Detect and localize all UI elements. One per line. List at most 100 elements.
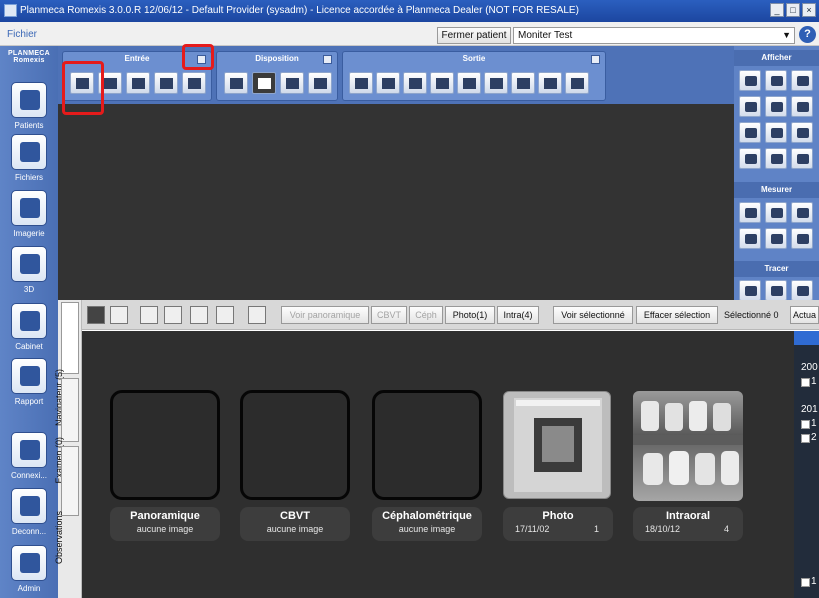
view-panoramic-button[interactable]: Voir panoramique [281, 306, 369, 324]
photo-filter-button[interactable]: Photo(1) [445, 306, 495, 324]
study-list-header [794, 331, 819, 345]
annotate-icon[interactable] [765, 280, 787, 301]
layout-3-button[interactable] [280, 72, 304, 94]
sidebar-item-report[interactable]: Rapport [4, 358, 54, 406]
zoom-out-icon[interactable] [765, 70, 787, 91]
tab-observations[interactable]: Observations [54, 446, 79, 564]
view-tree-icon[interactable] [140, 306, 158, 324]
fit-icon[interactable] [791, 70, 813, 91]
sidebar-item-connect[interactable]: Connexi... [4, 432, 54, 480]
sidebar-item-patients[interactable]: Patients [4, 82, 54, 130]
sidebar-item-disconnect[interactable]: Deconn... [4, 488, 54, 536]
chevron-down-icon: ▼ [782, 30, 791, 40]
panoramic-thumbnail[interactable] [110, 390, 220, 500]
photo-thumbnail[interactable] [503, 391, 611, 499]
send-button[interactable] [484, 72, 508, 94]
pen-icon[interactable] [739, 280, 761, 301]
sidebar-item-imaging[interactable]: Imagerie [4, 190, 54, 238]
export-all-button[interactable] [403, 72, 427, 94]
thumbnail-count: 1 [593, 524, 599, 534]
pan-hand-icon[interactable] [739, 148, 761, 169]
study-checkbox[interactable] [801, 420, 810, 429]
erase-icon[interactable] [791, 280, 813, 301]
export-button[interactable] [349, 72, 373, 94]
imaging-icon [11, 190, 47, 226]
sidebar-item-files[interactable]: Fichiers [4, 134, 54, 182]
help-button[interactable]: ? [799, 26, 816, 43]
burn-disc-button[interactable] [538, 72, 562, 94]
panoramic-label: Panoramique aucune image [110, 507, 220, 541]
import-image-button[interactable] [126, 72, 150, 94]
sharpen-icon[interactable] [791, 148, 813, 169]
angle-icon[interactable] [791, 202, 813, 223]
view-3d-icon[interactable] [216, 306, 234, 324]
minimize-button[interactable]: _ [770, 3, 784, 17]
thumbnail-sub: aucune image [398, 524, 456, 534]
collapse-icon[interactable] [248, 306, 266, 324]
ribbon-group-title: Sortie [462, 54, 486, 63]
study-label: 1 [811, 576, 817, 587]
view-list-icon[interactable] [110, 306, 128, 324]
study-checkbox[interactable] [801, 434, 810, 443]
patient-select[interactable]: Moniter Test ▼ [513, 27, 795, 44]
image-workspace[interactable] [58, 104, 734, 300]
ribbon-group-title: Disposition [255, 54, 299, 63]
actual-size-icon[interactable] [739, 96, 761, 117]
layout-1-button[interactable] [224, 72, 248, 94]
brightness-icon[interactable] [765, 122, 787, 143]
intra-filter-button[interactable]: Intra(4) [497, 306, 539, 324]
contrast-icon[interactable] [739, 122, 761, 143]
refresh-button[interactable]: Actua [790, 306, 819, 324]
tab-exam[interactable]: Examen (0) [54, 378, 79, 484]
histogram-icon[interactable] [739, 228, 761, 249]
import-folder-button[interactable] [182, 72, 206, 94]
zoom-in-icon[interactable] [739, 70, 761, 91]
tab-navigator[interactable]: Navigateur (5) [54, 302, 79, 426]
layout-4-button[interactable] [308, 72, 332, 94]
highlight-group-expand [182, 44, 214, 70]
maximize-button[interactable]: □ [786, 3, 800, 17]
magnifier-icon[interactable] [791, 96, 813, 117]
study-checkbox[interactable] [801, 378, 810, 387]
view-single-icon[interactable] [87, 306, 105, 324]
selected-count: Sélectionné 0 [724, 310, 779, 320]
profile-icon[interactable] [791, 228, 813, 249]
group-expand-icon[interactable] [591, 55, 600, 64]
intraoral-thumbnail[interactable] [633, 391, 743, 501]
highlight-import-button [62, 61, 104, 115]
study-label: 1 [811, 376, 817, 387]
print-button[interactable] [430, 72, 454, 94]
view-grid-icon[interactable] [164, 306, 182, 324]
thumbnail-sub: aucune image [266, 524, 324, 534]
output-3d-button[interactable] [565, 72, 589, 94]
print-series-button[interactable] [457, 72, 481, 94]
study-checkbox[interactable] [801, 578, 810, 587]
invert-icon[interactable] [791, 122, 813, 143]
ceph-thumbnail[interactable] [372, 390, 482, 500]
sidebar-item-admin[interactable]: Admin [4, 545, 54, 593]
thumbnail-name: Photo [542, 510, 574, 522]
export-series-button[interactable] [376, 72, 400, 94]
clear-selection-button[interactable]: Effacer sélection [636, 306, 718, 324]
ceph-filter-button[interactable]: Céph [409, 306, 443, 324]
layout-2-button[interactable] [252, 72, 276, 94]
group-expand-icon[interactable] [323, 55, 332, 64]
menu-file[interactable]: Fichier [7, 29, 37, 40]
sidebar-item-3d[interactable]: 3D [4, 246, 54, 294]
close-window-button[interactable]: × [802, 3, 816, 17]
title-bar: Planmeca Romexis 3.0.0.R 12/06/12 - Defa… [0, 0, 819, 22]
sidebar-item-cabinet[interactable]: Cabinet [4, 303, 54, 351]
fullscreen-icon[interactable] [765, 96, 787, 117]
cbvt-thumbnail[interactable] [240, 390, 350, 500]
sidebar-item-label: Deconn... [11, 527, 47, 536]
close-patient-button[interactable]: Fermer patient [437, 27, 511, 44]
view-selected-button[interactable]: Voir sélectionné [553, 306, 633, 324]
density-icon[interactable] [765, 228, 787, 249]
filter-icon[interactable] [765, 148, 787, 169]
calibrate-icon[interactable] [739, 202, 761, 223]
import-series-button[interactable] [154, 72, 178, 94]
email-button[interactable] [511, 72, 535, 94]
view-frame-icon[interactable] [190, 306, 208, 324]
cbvt-filter-button[interactable]: CBVT [371, 306, 407, 324]
ruler-icon[interactable] [765, 202, 787, 223]
